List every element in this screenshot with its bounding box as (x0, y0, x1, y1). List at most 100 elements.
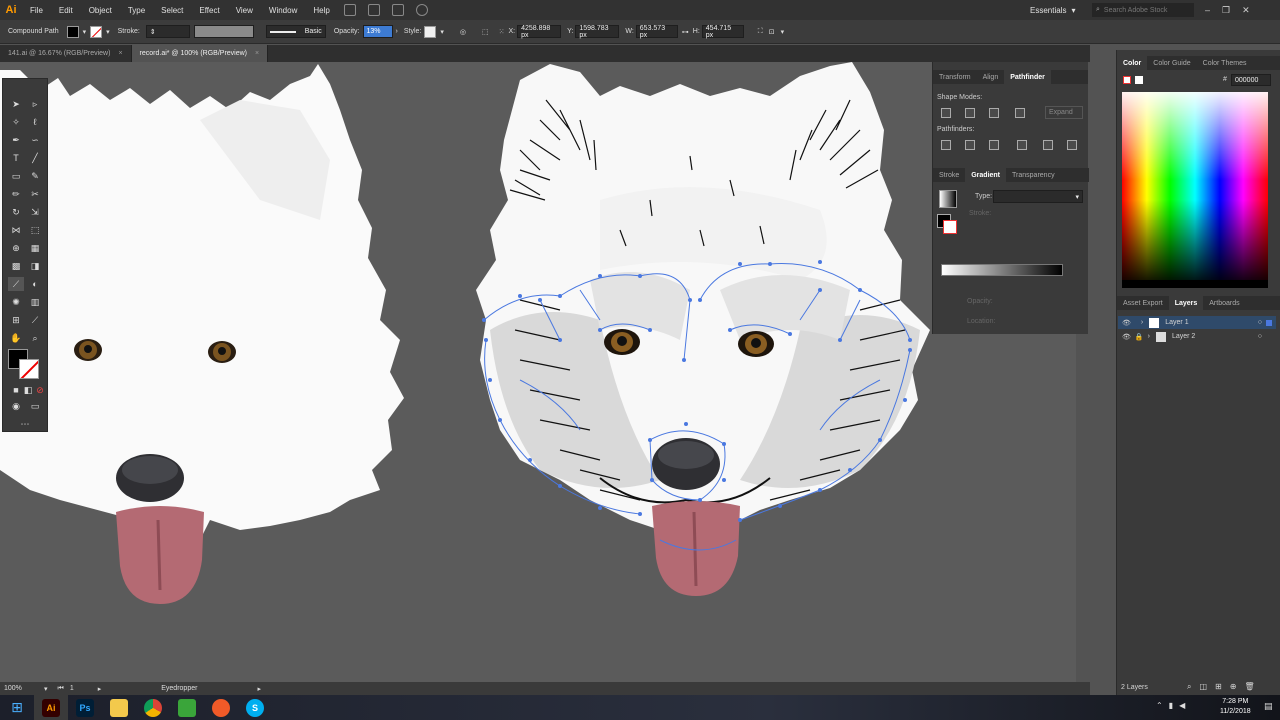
paintbrush-tool-icon[interactable]: ✎ (27, 169, 43, 183)
h-field[interactable]: 454.715 px (701, 25, 744, 39)
green-app-icon[interactable] (170, 695, 204, 720)
layer-name[interactable]: Layer 2 (1172, 333, 1195, 340)
transform-icon[interactable]: ⛶ (758, 28, 763, 36)
tab-color[interactable]: Color (1117, 56, 1148, 70)
menu-object[interactable]: Object (81, 0, 120, 20)
menu-file[interactable]: File (22, 0, 51, 20)
hex-field[interactable]: 000000 (1231, 74, 1271, 86)
screen-mode-icon[interactable]: ▭ (27, 399, 43, 413)
stroke-indicator[interactable] (943, 220, 957, 234)
scale-tool-icon[interactable]: ⇲ (27, 205, 43, 219)
chevron-right-icon[interactable]: › (1148, 333, 1150, 340)
graphic-style-swatch[interactable] (424, 25, 437, 38)
direct-selection-tool-icon[interactable]: ▹ (27, 97, 43, 111)
menu-help[interactable]: Help (305, 0, 337, 20)
constrain-proportions-icon[interactable]: ⊶ (682, 28, 689, 36)
menu-type[interactable]: Type (120, 0, 153, 20)
y-field[interactable]: 1598.783 px (575, 25, 620, 39)
curvature-tool-icon[interactable]: ∽ (27, 133, 43, 147)
symbol-sprayer-icon[interactable]: ✺ (8, 295, 24, 309)
crop-icon[interactable] (1017, 140, 1027, 150)
recolor-artwork-icon[interactable]: ◎ (460, 28, 466, 36)
tab-layers[interactable]: Layers (1168, 296, 1204, 310)
gradient-tool-icon[interactable]: ◨ (27, 259, 43, 273)
artboard-number[interactable]: 1 (70, 685, 74, 692)
new-layer-icon[interactable]: ⊕ (1230, 682, 1237, 692)
stroke-weight-field[interactable]: ⇕ (145, 25, 190, 38)
shape-builder-icon[interactable]: ⊕ (8, 241, 24, 255)
arrange-documents-icon[interactable] (391, 4, 404, 16)
merge-icon[interactable] (989, 140, 999, 150)
restore-icon[interactable]: ❐ (1222, 5, 1230, 16)
close-icon[interactable]: × (255, 50, 259, 57)
isolate-icon[interactable]: ⊡ (769, 28, 775, 36)
artboard-canvas[interactable] (0, 62, 1076, 682)
selection-tool-icon[interactable]: ➤ (8, 97, 24, 111)
workspace-switcher[interactable]: Essentials ▾ (1030, 0, 1075, 20)
lasso-tool-icon[interactable]: ℓ (27, 115, 43, 129)
stroke-color-box[interactable] (19, 359, 39, 379)
pencil-tool-icon[interactable]: ✏ (8, 187, 24, 201)
opacity-field[interactable]: 13% (362, 25, 393, 38)
hand-tool-icon[interactable]: ✋ (8, 331, 24, 345)
chevron-down-icon[interactable]: ▾ (106, 28, 110, 36)
tab-asset-export[interactable]: Asset Export (1117, 296, 1169, 310)
notifications-icon[interactable]: ▤ (1264, 701, 1273, 712)
stock-icon[interactable] (367, 4, 380, 16)
menu-select[interactable]: Select (153, 0, 191, 20)
minimize-icon[interactable]: – (1205, 5, 1210, 15)
layer-row-1[interactable]: 👁 › Layer 1 ○ (1118, 316, 1276, 329)
tab-pathfinder[interactable]: Pathfinder (1004, 70, 1051, 84)
panel-menu-icon[interactable]: ▾ (781, 28, 785, 36)
orange-app-icon[interactable] (204, 695, 238, 720)
photoshop-taskbar-icon[interactable]: Ps (68, 695, 102, 720)
stock-search-input[interactable]: ⌕ Search Adobe Stock (1092, 3, 1194, 17)
tab-141-ai[interactable]: 141.ai @ 16.67% (RGB/Preview) × (0, 45, 132, 62)
gradient-slider[interactable] (941, 264, 1063, 276)
target-icon[interactable]: ○ (1258, 319, 1262, 326)
mesh-tool-icon[interactable]: ▩ (8, 259, 24, 273)
eyedropper-tool-icon[interactable]: ⟋ (8, 277, 24, 291)
menu-effect[interactable]: Effect (191, 0, 227, 20)
close-icon[interactable]: ✕ (1242, 5, 1250, 16)
close-icon[interactable]: × (118, 50, 122, 57)
tab-gradient[interactable]: Gradient (965, 168, 1007, 182)
volume-icon[interactable]: ◀ (1179, 701, 1185, 710)
chevron-up-icon[interactable]: ⌃ (1156, 701, 1163, 710)
eye-icon[interactable]: 👁 (1122, 319, 1131, 327)
expand-button[interactable]: Expand (1045, 106, 1083, 119)
skype-icon[interactable]: S (238, 695, 272, 720)
draw-mode-icon[interactable]: ◉ (8, 399, 24, 413)
clock[interactable]: 7:28 PM 11/2/2018 (1220, 697, 1251, 717)
brush-definition[interactable]: Basic (265, 25, 326, 38)
none-mode-icon[interactable]: ⊘ (32, 383, 48, 397)
make-clipping-mask-icon[interactable]: ◫ (1199, 682, 1207, 692)
divide-icon[interactable] (941, 140, 951, 150)
chevron-right-icon[interactable]: › (396, 28, 398, 35)
white-color-swatch[interactable] (1135, 76, 1143, 84)
tab-stroke[interactable]: Stroke (933, 168, 965, 182)
locate-object-icon[interactable]: ⌕ (1187, 682, 1191, 692)
artboard-nav-next-icon[interactable]: ▸ (98, 685, 102, 693)
menu-view[interactable]: View (228, 0, 261, 20)
edit-toolbar-icon[interactable]: ⋯ (17, 417, 33, 431)
tab-transform[interactable]: Transform (933, 70, 977, 84)
tab-color-guide[interactable]: Color Guide (1147, 56, 1196, 70)
chevron-down-icon[interactable]: ▾ (83, 28, 87, 36)
align-to-icon[interactable]: ⬚ (482, 28, 489, 36)
zoom-level[interactable]: 100% (4, 685, 44, 692)
variable-width-profile[interactable] (193, 25, 254, 38)
color-spectrum[interactable] (1122, 92, 1268, 288)
windows-start-icon[interactable]: ⊞ (0, 695, 34, 720)
fill-swatch[interactable] (66, 25, 79, 38)
rectangle-tool-icon[interactable]: ▭ (8, 169, 24, 183)
gradient-type-select[interactable]: ▾ (993, 190, 1083, 203)
graph-tool-icon[interactable]: ▥ (27, 295, 43, 309)
unite-icon[interactable] (941, 108, 951, 118)
layer-row-2[interactable]: 👁 🔒 › Layer 2 ○ (1118, 330, 1276, 343)
lock-icon[interactable]: 🔒 (1135, 333, 1144, 341)
minus-front-icon[interactable] (965, 108, 975, 118)
intersect-icon[interactable] (989, 108, 999, 118)
perspective-grid-icon[interactable]: ▦ (27, 241, 43, 255)
tab-align[interactable]: Align (977, 70, 1005, 84)
